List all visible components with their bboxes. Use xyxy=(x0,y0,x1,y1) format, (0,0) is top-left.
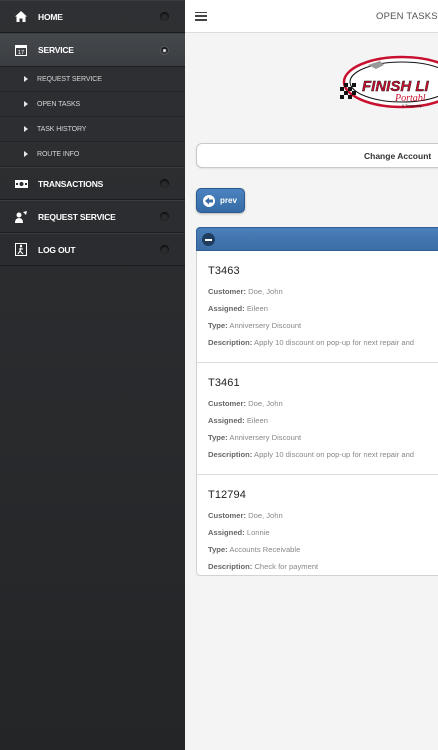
logo-subtext: Portabl xyxy=(394,93,426,104)
task-list: T3463 Customer: Doe, John Assigned: Eile… xyxy=(196,251,438,576)
task-description-row: Description: Check for payment xyxy=(208,562,319,571)
task-assigned-row: Assigned: Eileen xyxy=(208,416,268,425)
submenu-item-open-tasks[interactable]: OPEN TASKS xyxy=(0,92,185,117)
cash-icon xyxy=(14,177,28,191)
submenu-item-label: TASK HISTORY xyxy=(37,125,87,133)
calendar-icon: 17 xyxy=(14,43,28,57)
person-request-icon xyxy=(14,210,28,224)
arrow-left-icon xyxy=(203,194,215,207)
prev-button[interactable]: prev xyxy=(196,188,245,213)
radio-indicator xyxy=(160,179,169,188)
collapsible-header[interactable] xyxy=(196,227,438,251)
radio-indicator xyxy=(160,245,169,254)
task-description-row: Description: Apply 10 discount on pop-up… xyxy=(208,338,415,347)
task-type-row: Type: Anniversery Discount xyxy=(208,433,302,442)
sidebar-item-home[interactable]: HOME xyxy=(0,0,185,33)
open-tasks-collapsible: T3463 Customer: Doe, John Assigned: Eile… xyxy=(196,227,438,587)
task-customer-row: Customer: Doe, John xyxy=(208,399,283,408)
sidebar-item-service[interactable]: 17 SERVICE xyxy=(0,33,185,67)
page-title: OPEN TASKS xyxy=(376,11,438,22)
task-assigned-row: Assigned: Eileen xyxy=(208,304,268,313)
task-id: T3461 xyxy=(208,377,240,389)
minus-icon[interactable] xyxy=(202,233,215,246)
sidebar-item-label: LOG OUT xyxy=(38,244,76,255)
task-id: T12794 xyxy=(208,489,246,501)
radio-indicator xyxy=(160,212,169,221)
submenu-item-task-history[interactable]: TASK HISTORY xyxy=(0,117,185,142)
change-account-label: Change Account xyxy=(364,151,432,161)
hamburger-menu-icon[interactable] xyxy=(195,11,207,21)
main-content: OPEN TASKS FINISH LI Portabl & Temporary… xyxy=(185,0,438,750)
sidebar-item-logout[interactable]: LOG OUT xyxy=(0,233,185,266)
sidebar-item-request-service[interactable]: REQUEST SERVICE xyxy=(0,200,185,233)
caret-right-icon xyxy=(24,76,28,82)
sidebar-item-label: HOME xyxy=(38,11,63,22)
caret-right-icon xyxy=(24,101,28,107)
caret-right-icon xyxy=(24,126,28,132)
task-description-row: Description: Apply 10 discount on pop-up… xyxy=(208,450,415,459)
sidebar-item-transactions[interactable]: TRANSACTIONS xyxy=(0,167,185,200)
svg-text:17: 17 xyxy=(18,50,24,56)
sidebar-item-label: REQUEST SERVICE xyxy=(38,211,116,222)
sidebar-item-label: SERVICE xyxy=(38,45,74,55)
task-item[interactable]: T3461 Customer: Doe, John Assigned: Eile… xyxy=(197,363,438,475)
submenu-item-label: REQUEST SERVICE xyxy=(37,75,102,83)
task-item[interactable]: T3463 Customer: Doe, John Assigned: Eile… xyxy=(197,251,438,363)
home-icon xyxy=(14,10,28,24)
task-customer-row: Customer: Doe, John xyxy=(208,511,283,520)
submenu-item-label: ROUTE INFO xyxy=(37,150,80,158)
task-type-row: Type: Accounts Receivable xyxy=(208,545,301,554)
task-id: T3463 xyxy=(208,265,240,277)
top-bar: OPEN TASKS xyxy=(185,0,438,33)
company-logo: FINISH LI Portabl & Temporary xyxy=(340,55,438,109)
radio-indicator xyxy=(160,12,169,21)
submenu-item-route-info[interactable]: ROUTE INFO xyxy=(0,142,185,167)
task-type-row: Type: Anniversery Discount xyxy=(208,321,302,330)
change-account-button[interactable]: Change Account xyxy=(196,143,438,168)
task-item[interactable]: T12794 Customer: Doe, John Assigned: Lon… xyxy=(197,475,438,575)
sidebar: HOME 17 SERVICE REQUEST SERVICE OPEN TAS… xyxy=(0,0,185,750)
sidebar-item-label: TRANSACTIONS xyxy=(38,178,104,189)
radio-indicator xyxy=(160,45,169,55)
caret-right-icon xyxy=(24,151,28,157)
task-customer-row: Customer: Doe, John xyxy=(208,287,283,296)
task-assigned-row: Assigned: Lonnie xyxy=(208,528,270,537)
submenu-item-request-service[interactable]: REQUEST SERVICE xyxy=(0,67,185,92)
exit-icon xyxy=(14,243,28,257)
submenu-item-label: OPEN TASKS xyxy=(37,100,81,108)
logo-tagline: & Temporary xyxy=(402,104,422,108)
prev-label: prev xyxy=(220,196,237,205)
